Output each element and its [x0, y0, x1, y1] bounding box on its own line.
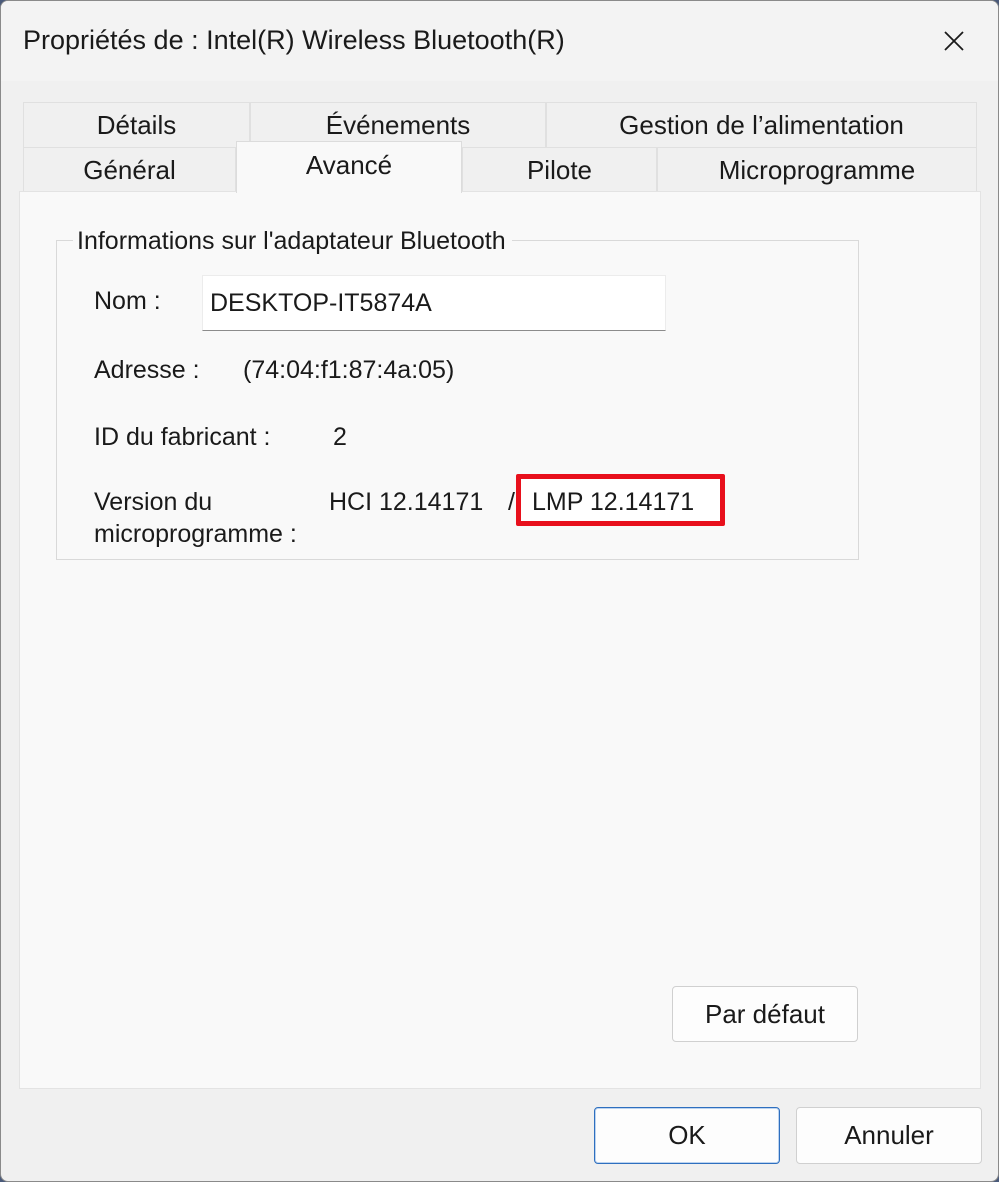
- adapter-info-group: Informations sur l'adaptateur Bluetooth …: [56, 227, 859, 560]
- address-label: Adresse :: [94, 356, 200, 384]
- ok-button[interactable]: OK: [594, 1107, 780, 1164]
- tab-advanced[interactable]: Avancé: [236, 141, 462, 193]
- window-title: Propriétés de : Intel(R) Wireless Blueto…: [23, 25, 565, 55]
- tab-power-management-label: Gestion de l’alimentation: [619, 110, 904, 140]
- address-value: (74:04:f1:87:4a:05): [243, 356, 455, 384]
- tab-driver-label: Pilote: [526, 154, 593, 185]
- default-button[interactable]: Par défaut: [672, 986, 858, 1042]
- title-bar[interactable]: Propriétés de : Intel(R) Wireless Blueto…: [1, 1, 998, 81]
- advanced-panel: Informations sur l'adaptateur Bluetooth …: [19, 191, 981, 1089]
- tab-details[interactable]: Détails: [23, 102, 250, 148]
- firmware-version-label-line2: microprogramme :: [94, 520, 297, 548]
- name-field[interactable]: [202, 275, 666, 331]
- firmware-separator: /: [508, 488, 515, 516]
- tab-events-label: Événements: [325, 110, 471, 140]
- name-label: Nom :: [94, 287, 161, 315]
- tab-advanced-label: Avancé: [305, 150, 393, 180]
- manufacturer-id-label: ID du fabricant :: [94, 423, 271, 451]
- firmware-lmp-value: LMP 12.14171: [532, 488, 695, 516]
- close-icon: [944, 31, 964, 51]
- close-button[interactable]: [910, 1, 998, 81]
- tab-general[interactable]: Général: [23, 147, 236, 192]
- cancel-button[interactable]: Annuler: [796, 1107, 982, 1164]
- tab-power-management[interactable]: Gestion de l’alimentation: [546, 102, 977, 148]
- tab-details-label: Détails: [96, 110, 177, 140]
- firmware-version-label-line1: Version du: [94, 488, 213, 516]
- tab-general-label: Général: [83, 154, 176, 185]
- tab-firmware-label: Microprogramme: [718, 154, 916, 185]
- tab-driver[interactable]: Pilote: [462, 147, 657, 192]
- tab-firmware[interactable]: Microprogramme: [657, 147, 977, 192]
- group-title: Informations sur l'adaptateur Bluetooth: [73, 227, 512, 256]
- firmware-hci-value: HCI 12.14171: [329, 488, 484, 516]
- manufacturer-id-value: 2: [333, 423, 347, 451]
- properties-dialog: Propriétés de : Intel(R) Wireless Blueto…: [0, 0, 999, 1182]
